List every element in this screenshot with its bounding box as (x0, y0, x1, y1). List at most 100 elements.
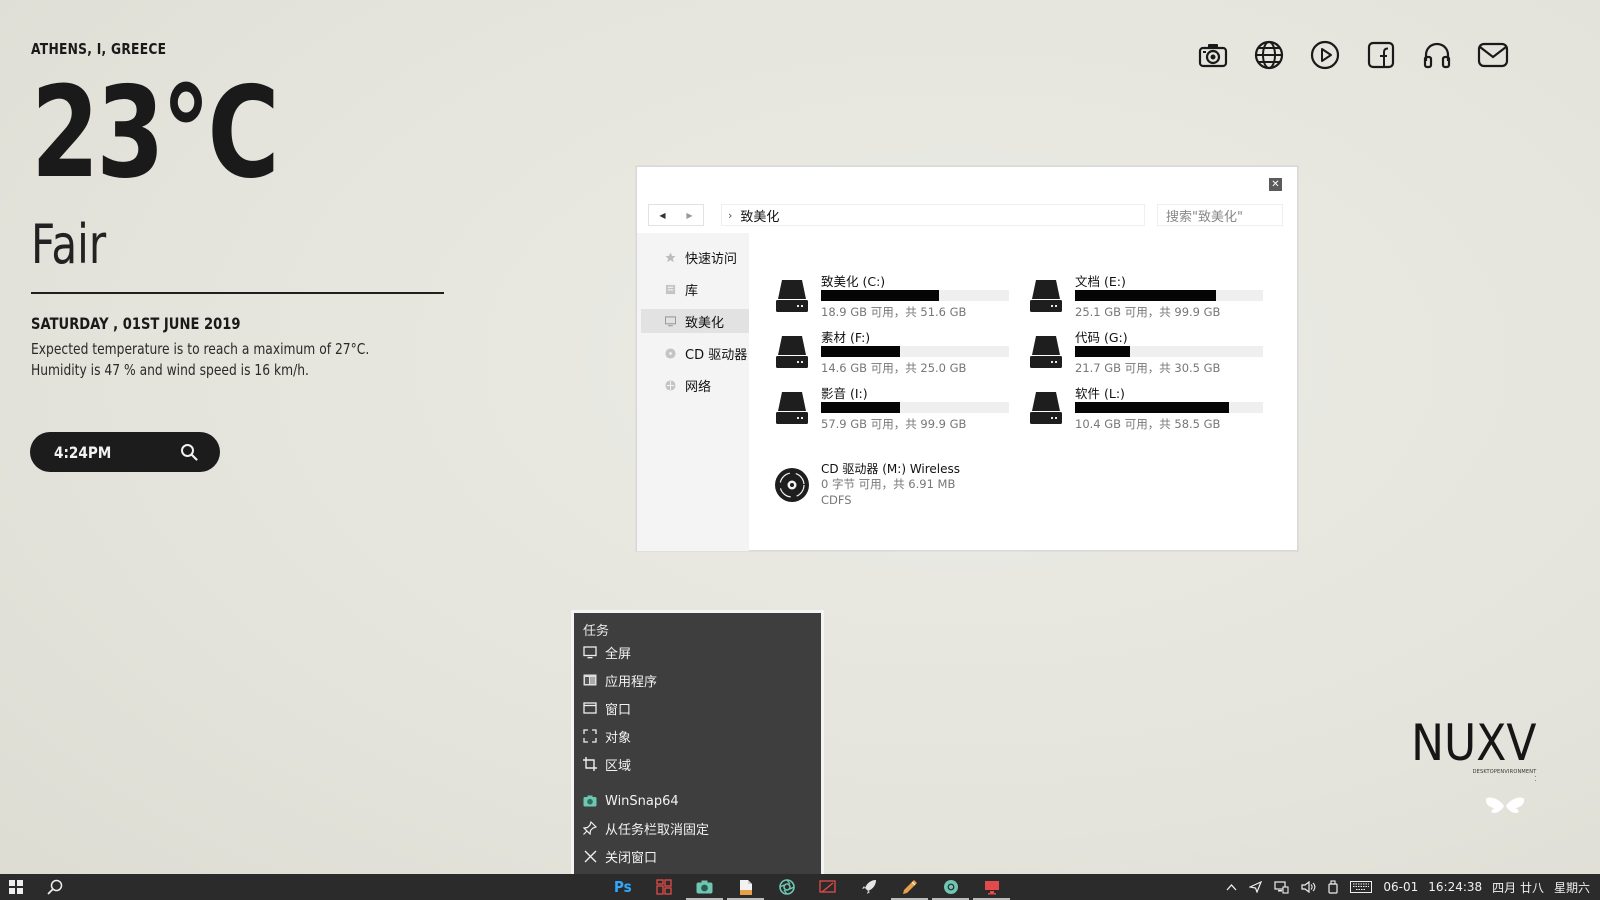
back-arrow-icon[interactable]: ◀ (659, 211, 665, 220)
desktop-icon (984, 880, 999, 894)
keyboard-icon[interactable] (1350, 881, 1373, 893)
taskbar-time[interactable]: 16:24:38 (1428, 880, 1482, 894)
taskbar-app-browser[interactable] (930, 874, 971, 900)
weather-description: Expected temperature is to reach a maxim… (31, 339, 370, 381)
taskbar-weekday[interactable]: 星期六 (1554, 879, 1590, 896)
sidebar-item-library[interactable]: 库 (641, 277, 749, 301)
cd-disc-icon (775, 468, 809, 502)
taskbar-app-remote-desktop[interactable] (971, 874, 1012, 900)
drive-usage-fill (821, 290, 940, 301)
menu-item-region[interactable]: 区域 (583, 753, 631, 775)
sidebar-item-cd-drive[interactable]: CD 驱动器 (641, 341, 749, 365)
show-hidden-icons-button[interactable] (1226, 883, 1237, 891)
taskbar-date[interactable]: 06-01 (1383, 880, 1418, 894)
time-search-pill[interactable]: 4:24PM (30, 432, 220, 472)
drive-usage-bar (821, 346, 1009, 357)
logo-title: NUXV (1411, 714, 1537, 772)
globe-icon[interactable] (1241, 38, 1297, 72)
drive-usage-bar (1075, 290, 1263, 301)
headphones-icon[interactable] (1409, 38, 1465, 72)
explorer-search-input[interactable]: 搜索"致美化" (1157, 204, 1283, 226)
menu-item-winsnap[interactable]: WinSnap64 (583, 790, 679, 812)
butterfly-icon (1485, 797, 1525, 813)
drives-pane: 致美化 (C:) 18.9 GB 可用，共 51.6 GB 文档 (E:) 25… (749, 233, 1297, 550)
sidebar-item-quick-access[interactable]: 快速访问 (641, 245, 749, 269)
quick-launch-icons (1185, 38, 1521, 72)
weather-divider (31, 292, 444, 294)
drive-item[interactable]: 代码 (G:) 21.7 GB 可用，共 30.5 GB (1027, 327, 1267, 377)
camera-icon[interactable] (1185, 38, 1241, 72)
taskbar: Ps 06-01 16:24:38 四月 廿八 星期六 (0, 874, 1600, 900)
taskbar-search-button[interactable] (47, 879, 63, 895)
close-window-button[interactable]: ✕ (1269, 178, 1282, 191)
address-bar[interactable]: › 致美化 (721, 204, 1145, 226)
taskbar-app-aperture[interactable] (766, 874, 807, 900)
drive-name: 致美化 (C:) (821, 274, 886, 289)
document-icon (739, 879, 752, 895)
hard-drive-icon (776, 336, 808, 368)
weather-temperature: 23°C (31, 59, 280, 206)
chevron-right-icon: › (728, 208, 733, 222)
cd-drive-item[interactable]: CD 驱动器 (M:) Wireless 0 字节 可用，共 6.91 MB C… (773, 460, 1013, 516)
taskbar-app-winsnap[interactable] (684, 874, 725, 900)
taskbar-app-photoshop[interactable]: Ps (602, 874, 643, 900)
usb-device-icon[interactable] (1328, 880, 1338, 894)
weather-desc-line2: Humidity is 47 % and wind speed is 16 km… (31, 361, 309, 379)
menu-item-fullscreen[interactable]: 全屏 (583, 641, 631, 663)
drive-info: 21.7 GB 可用，共 30.5 GB (1075, 361, 1221, 375)
drive-usage-bar (821, 290, 1009, 301)
play-icon[interactable] (1297, 38, 1353, 72)
network-icon[interactable] (1274, 880, 1289, 894)
taskbar-app-document[interactable] (725, 874, 766, 900)
drive-usage-fill (1075, 346, 1130, 357)
windows-icon (9, 880, 23, 894)
drive-name: 素材 (F:) (821, 330, 871, 345)
search-icon (47, 879, 63, 895)
drive-usage-fill (821, 402, 900, 413)
menu-item-application[interactable]: 应用程序 (583, 669, 657, 691)
drive-usage-bar (1075, 402, 1263, 413)
pen-icon (902, 880, 917, 894)
network-icon (665, 380, 676, 391)
taskbar-pinned-apps: Ps (602, 874, 1012, 900)
facebook-icon[interactable] (1353, 38, 1409, 72)
taskbar-app-editor[interactable] (889, 874, 930, 900)
close-icon (583, 849, 597, 863)
search-icon[interactable] (180, 443, 198, 461)
drive-usage-bar (821, 402, 1009, 413)
weather-date: SATURDAY , 01ST JUNE 2019 (31, 314, 241, 333)
drive-item[interactable]: 素材 (F:) 14.6 GB 可用，共 25.0 GB (773, 327, 1013, 377)
winsnap-icon (583, 794, 597, 808)
hard-drive-icon (776, 280, 808, 312)
drive-info: 14.6 GB 可用，共 25.0 GB (821, 361, 967, 375)
drive-name: 软件 (L:) (1075, 386, 1125, 401)
drive-name: 代码 (G:) (1075, 330, 1128, 345)
menu-item-window[interactable]: 窗口 (583, 697, 631, 719)
send-icon[interactable] (1249, 881, 1263, 893)
start-button[interactable] (9, 880, 23, 894)
hard-drive-icon (1030, 336, 1062, 368)
menu-item-object[interactable]: 对象 (583, 725, 631, 747)
drive-item[interactable]: 文档 (E:) 25.1 GB 可用，共 99.9 GB (1027, 271, 1267, 321)
drive-item[interactable]: 软件 (L:) 10.4 GB 可用，共 58.5 GB (1027, 383, 1267, 433)
menu-item-unpin-taskbar[interactable]: 从任务栏取消固定 (583, 817, 709, 839)
taskbar-lunar-date[interactable]: 四月 廿八 (1492, 879, 1544, 896)
drive-item[interactable]: 影音 (I:) 57.9 GB 可用，共 99.9 GB (773, 383, 1013, 433)
drive-item[interactable]: 致美化 (C:) 18.9 GB 可用，共 51.6 GB (773, 271, 1013, 321)
menu-item-close-window[interactable]: 关闭窗口 (583, 845, 657, 867)
forward-arrow-icon[interactable]: ▶ (686, 211, 692, 220)
sidebar-item-network[interactable]: 网络 (641, 373, 749, 397)
sidebar-item-this-pc[interactable]: 致美化 (641, 309, 749, 333)
camera-icon (696, 880, 713, 894)
cd-drive-info: 0 字节 可用，共 6.91 MB (821, 477, 956, 491)
library-icon (665, 284, 676, 295)
chrome-icon (943, 880, 958, 894)
volume-icon[interactable] (1301, 881, 1316, 893)
taskbar-app-tiles[interactable] (643, 874, 684, 900)
drive-name: 影音 (I:) (821, 386, 868, 401)
taskbar-app-launcher[interactable] (848, 874, 889, 900)
mail-icon[interactable] (1465, 38, 1521, 72)
hard-drive-icon (1030, 280, 1062, 312)
taskbar-app-screen-cast[interactable] (807, 874, 848, 900)
address-path: 致美化 (740, 209, 780, 225)
